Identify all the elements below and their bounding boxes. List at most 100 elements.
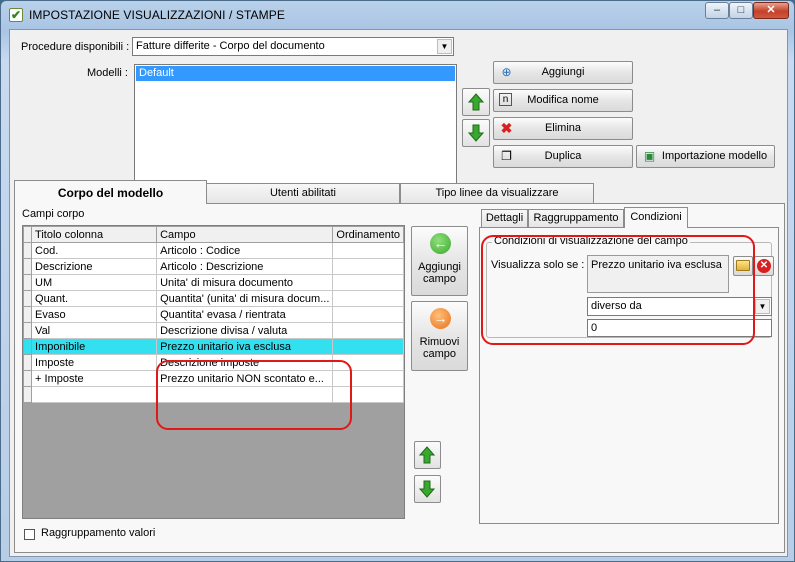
highlight-condizioni-annotation: [481, 235, 755, 345]
aggiungi-campo-button[interactable]: ← Aggiungi campo: [411, 226, 468, 296]
dialog-body: Procedure disponibili : Fatture differit…: [9, 29, 788, 557]
row-header-cell: [22, 354, 33, 371]
highlight-campo-annotation: [156, 360, 352, 430]
cell-titolo[interactable]: Evaso: [31, 306, 158, 323]
cell-campo[interactable]: Articolo : Codice: [156, 242, 334, 259]
rimuovi-campo-label: Rimuovi campo: [419, 336, 460, 360]
tab-panel: Campi corpo Titolo colonna Campo Ordinam…: [14, 203, 785, 553]
modifica-nome-button[interactable]: n Modifica nome: [493, 89, 633, 112]
importazione-label: Importazione modello: [661, 150, 768, 162]
column-header-ordinamento[interactable]: Ordinamento: [332, 226, 404, 243]
modelli-list[interactable]: Default: [134, 64, 457, 197]
model-down-button[interactable]: [462, 119, 490, 147]
row-header-cell: [22, 242, 33, 259]
title-bar[interactable]: ✔ IMPOSTAZIONE VISUALIZZAZIONI / STAMPE …: [1, 1, 794, 29]
table-row[interactable]: Cod. Articolo : Codice: [22, 242, 404, 259]
raggruppamento-checkbox[interactable]: [24, 529, 35, 540]
row-header-cell: [22, 370, 33, 387]
aggiungi-campo-label: Aggiungi campo: [418, 261, 461, 285]
cell-ordinamento[interactable]: [332, 338, 404, 355]
rimuovi-campo-button[interactable]: → Rimuovi campo: [411, 301, 468, 371]
cell-ordinamento[interactable]: [332, 290, 404, 307]
window: ✔ IMPOSTAZIONE VISUALIZZAZIONI / STAMPE …: [0, 0, 795, 562]
tab-utenti-abilitati[interactable]: Utenti abilitati: [206, 183, 400, 203]
tab-dettagli[interactable]: Dettagli: [481, 209, 528, 227]
procedure-value: Fatture differite - Corpo del documento: [136, 40, 325, 52]
arrow-up-icon: [468, 93, 484, 111]
table-row[interactable]: Descrizione Articolo : Descrizione: [22, 258, 404, 275]
cell-campo[interactable]: Unita' di misura documento: [156, 274, 334, 291]
cancel-icon: ✕: [757, 259, 771, 273]
modelli-label: Modelli :: [87, 67, 128, 79]
cell-ordinamento[interactable]: [332, 274, 404, 291]
cell-campo[interactable]: Quantita' evasa / rientrata: [156, 306, 334, 323]
maximize-button[interactable]: □: [729, 2, 753, 19]
row-header-cell: [22, 338, 33, 355]
close-button[interactable]: ✕: [753, 2, 789, 19]
tab-condizioni[interactable]: Condizioni: [624, 207, 688, 228]
row-header-cell: [22, 274, 33, 291]
aggiungi-label: Aggiungi: [541, 66, 585, 78]
arrow-right-circle-icon: →: [430, 308, 451, 329]
elimina-button[interactable]: ✖ Elimina: [493, 117, 633, 140]
cell-titolo[interactable]: Cod.: [31, 242, 158, 259]
procedure-select[interactable]: Fatture differite - Corpo del documento …: [132, 37, 454, 56]
tab-corpo-modello[interactable]: Corpo del modello: [14, 180, 207, 204]
importazione-modello-button[interactable]: ▣ Importazione modello: [636, 145, 775, 168]
list-item[interactable]: Default: [136, 66, 455, 81]
arrow-down-icon: [419, 480, 435, 498]
cell-campo[interactable]: Prezzo unitario iva esclusa: [156, 338, 334, 355]
cell-titolo[interactable]: Descrizione: [31, 258, 158, 275]
modifica-label: Modifica nome: [527, 94, 599, 106]
cell-campo[interactable]: Quantita' (unita' di misura docum...: [156, 290, 334, 307]
table-row[interactable]: Quant. Quantita' (unita' di misura docum.…: [22, 290, 404, 307]
raggruppamento-label: Raggruppamento valori: [41, 527, 156, 539]
tab-tipo-linee[interactable]: Tipo linee da visualizzare: [400, 183, 594, 203]
cell-titolo[interactable]: Quant.: [31, 290, 158, 307]
arrow-left-circle-icon: ←: [430, 233, 451, 254]
duplica-button[interactable]: ❐ Duplica: [493, 145, 633, 168]
table-row[interactable]: Imponibile Prezzo unitario iva esclusa: [22, 338, 404, 355]
cell-ordinamento[interactable]: [332, 322, 404, 339]
chevron-down-icon[interactable]: ▼: [437, 39, 452, 54]
table-row[interactable]: UM Unita' di misura documento: [22, 274, 404, 291]
app-check-icon: ✔: [9, 8, 23, 22]
minimize-button[interactable]: –: [705, 2, 729, 19]
arrow-down-icon: [468, 124, 484, 142]
cell-titolo[interactable]: Imponibile: [31, 338, 158, 355]
cell-ordinamento[interactable]: [332, 306, 404, 323]
empty-cell[interactable]: [31, 386, 158, 403]
row-header-cell: [22, 258, 33, 275]
row-header-cell: [22, 306, 33, 323]
cell-campo[interactable]: Descrizione divisa / valuta: [156, 322, 334, 339]
clear-field-button[interactable]: ✕: [754, 256, 774, 276]
model-up-button[interactable]: [462, 88, 490, 116]
aggiungi-button[interactable]: ⊕ Aggiungi: [493, 61, 633, 84]
cell-ordinamento[interactable]: [332, 242, 404, 259]
empty-cell[interactable]: [22, 386, 33, 403]
cell-campo[interactable]: Articolo : Descrizione: [156, 258, 334, 275]
table-row[interactable]: Evaso Quantita' evasa / rientrata: [22, 306, 404, 323]
column-header-campo[interactable]: Campo: [156, 226, 334, 243]
table-header: Titolo colonna Campo Ordinamento: [22, 226, 404, 243]
row-header-cell: [22, 322, 33, 339]
column-header-titolo[interactable]: Titolo colonna: [31, 226, 158, 243]
cell-titolo[interactable]: UM: [31, 274, 158, 291]
elimina-label: Elimina: [544, 122, 582, 134]
row-header-corner: [22, 226, 33, 243]
campi-corpo-label: Campi corpo: [22, 208, 85, 220]
cell-titolo[interactable]: Val: [31, 322, 158, 339]
chevron-down-icon[interactable]: ▼: [755, 299, 770, 314]
field-up-button[interactable]: [414, 441, 441, 469]
tab-raggruppamento[interactable]: Raggruppamento: [528, 209, 624, 227]
cell-ordinamento[interactable]: [332, 258, 404, 275]
procedure-label: Procedure disponibili :: [21, 41, 130, 53]
cell-titolo[interactable]: + Imposte: [31, 370, 158, 387]
table-row[interactable]: Val Descrizione divisa / valuta: [22, 322, 404, 339]
window-title: IMPOSTAZIONE VISUALIZZAZIONI / STAMPE: [29, 8, 285, 22]
row-header-cell: [22, 290, 33, 307]
field-down-button[interactable]: [414, 475, 441, 503]
duplica-label: Duplica: [544, 150, 582, 162]
cell-titolo[interactable]: Imposte: [31, 354, 158, 371]
arrow-up-icon: [419, 446, 435, 464]
